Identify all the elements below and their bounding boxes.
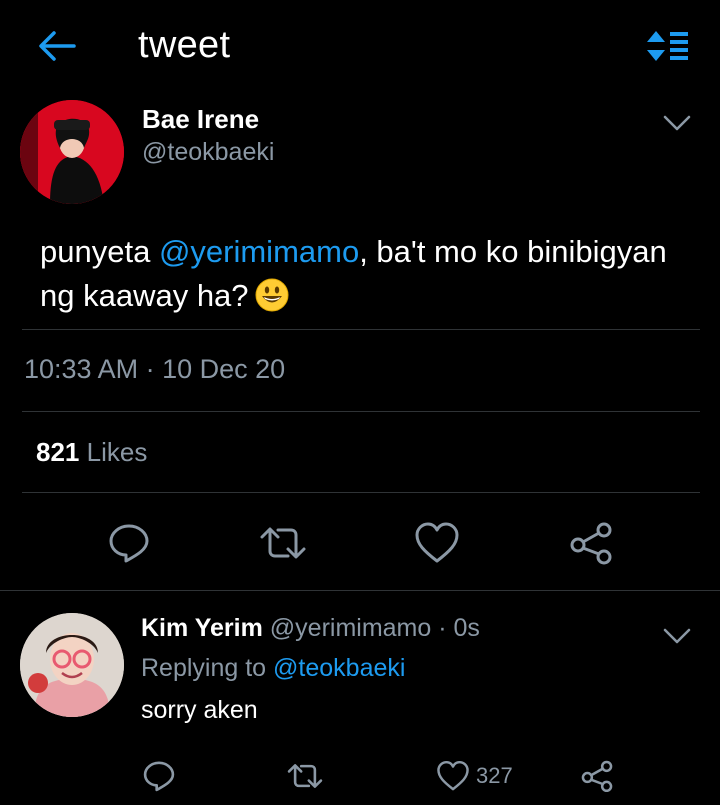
back-button[interactable] xyxy=(36,28,80,64)
replying-to: Replying to @teokbaeki xyxy=(141,654,406,682)
reply-time: · 0s xyxy=(438,614,480,642)
chevron-down-icon xyxy=(663,628,691,644)
reply-like-button[interactable]: 327 xyxy=(436,756,513,796)
divider xyxy=(0,590,720,591)
share-icon xyxy=(570,522,612,565)
arrow-left-icon xyxy=(39,31,76,61)
reply-author[interactable]: Kim Yerim @yerimimamo · 0s xyxy=(141,614,480,643)
retweet-icon xyxy=(287,764,323,788)
like-button[interactable] xyxy=(412,518,462,568)
reply-avatar[interactable] xyxy=(20,613,124,717)
likes-count[interactable]: 821 Likes xyxy=(36,437,147,468)
replying-to-link[interactable]: @teokbaeki xyxy=(273,654,405,682)
more-options-button[interactable] xyxy=(662,113,692,133)
reply-reply-button[interactable] xyxy=(142,756,176,796)
reply-like-count: 327 xyxy=(476,763,513,788)
divider xyxy=(22,411,700,412)
page-title: tweet xyxy=(138,24,231,66)
heart-icon xyxy=(437,760,469,791)
mention-link[interactable]: @yerimimamo xyxy=(159,234,359,269)
avatar[interactable] xyxy=(20,100,124,204)
author-name[interactable]: Bae Irene xyxy=(142,104,259,135)
profile-photo xyxy=(20,100,124,204)
share-button[interactable] xyxy=(566,518,616,568)
sort-button[interactable] xyxy=(645,29,689,63)
reply-text: sorry aken xyxy=(141,696,258,724)
divider xyxy=(22,329,700,330)
tweet-text: punyeta @yerimimamo, ba't mo ko binibigy… xyxy=(40,234,667,313)
divider xyxy=(22,492,700,493)
reply-icon xyxy=(143,761,175,792)
heart-icon xyxy=(415,522,459,563)
chevron-down-icon xyxy=(663,115,691,131)
reply-more-options-button[interactable] xyxy=(662,626,692,646)
profile-photo xyxy=(20,613,124,717)
reply-handle[interactable]: @yerimimamo xyxy=(270,614,432,642)
retweet-icon xyxy=(260,527,306,559)
author-handle[interactable]: @teokbaeki xyxy=(142,138,274,167)
retweet-button[interactable] xyxy=(258,518,308,568)
reply-button[interactable] xyxy=(104,518,154,568)
reply-share-button[interactable] xyxy=(580,756,614,796)
grinning-face-icon xyxy=(255,278,289,312)
share-icon xyxy=(581,760,613,793)
sort-list-icon xyxy=(647,31,688,61)
reply-retweet-button[interactable] xyxy=(286,756,324,796)
reply-icon xyxy=(109,524,149,563)
tweet-timestamp: 10:33 AM · 10 Dec 20 xyxy=(24,354,286,384)
